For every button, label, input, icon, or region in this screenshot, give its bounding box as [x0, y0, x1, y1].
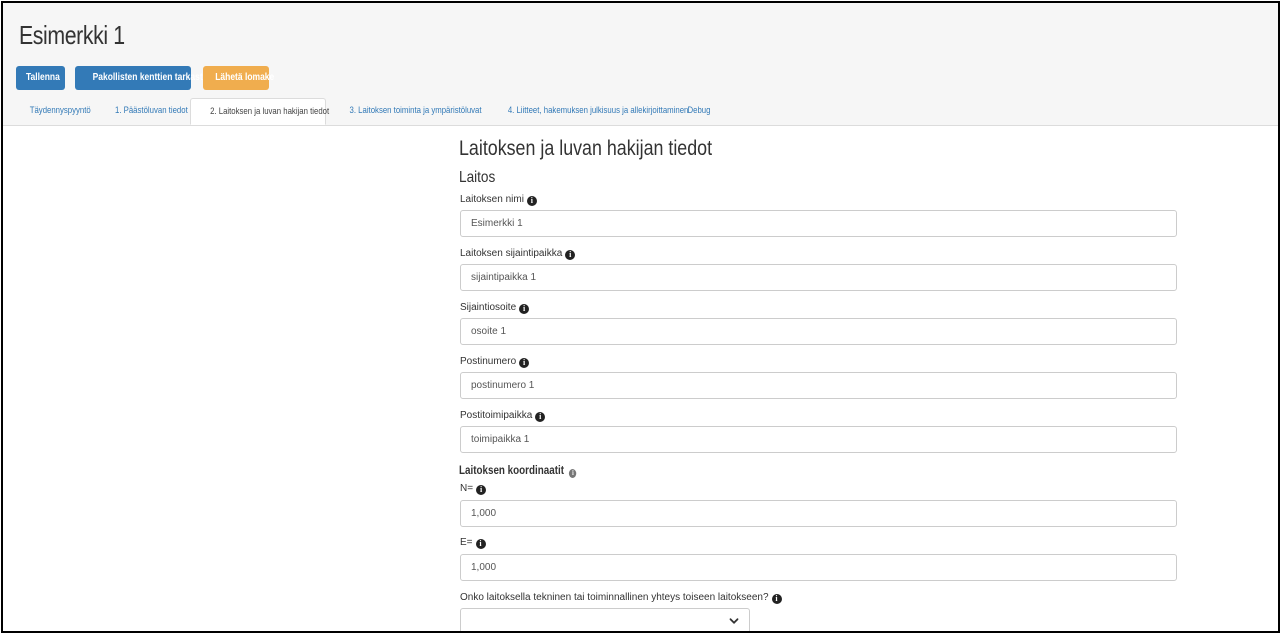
chevron-down-icon [729, 618, 739, 624]
coordinates-title: Laitoksen koordinaatit i [459, 463, 577, 478]
tab-debug[interactable]: Debug [679, 98, 719, 124]
tab-facility-operations[interactable]: 3. Laitoksen toiminta ja ympäristöluvat [329, 98, 481, 124]
app-frame: Esimerkki 1 Tallenna Pakollisten kenttie… [1, 1, 1280, 633]
tab-label: 2. Laitoksen ja luvan hakijan tiedot [210, 106, 330, 117]
tab-attachments-signing[interactable]: 4. Liitteet, hakemuksen julkisuus ja all… [482, 98, 689, 124]
post-office-label-text: Postitoimipaikka [460, 410, 533, 421]
facility-location-label: Laitoksen sijaintipaikka i [460, 248, 576, 260]
info-icon[interactable]: i [475, 539, 486, 549]
coordinate-n-label-text: N= [460, 483, 474, 494]
facility-name-label-text: Laitoksen nimi [460, 194, 524, 205]
address-input[interactable] [460, 318, 1177, 345]
info-icon[interactable]: i [526, 196, 537, 206]
facility-location-label-text: Laitoksen sijaintipaikka [460, 248, 563, 259]
required-fields-check-button[interactable]: Pakollisten kenttien tarkastus [75, 66, 213, 90]
coordinate-e-label-text: E= [460, 537, 473, 548]
coordinate-e-input[interactable] [460, 554, 1177, 581]
tab-label: Täydennyspyyntö [29, 105, 91, 116]
postal-code-label: Postinumero i [460, 356, 530, 368]
address-label: Sijaintiosoite i [460, 302, 530, 314]
facility-name-input[interactable] [460, 210, 1177, 237]
section-title: Laitoksen ja luvan hakijan tiedot [459, 137, 713, 160]
send-form-button[interactable]: Lähetä lomake [203, 66, 274, 90]
page-title: Esimerkki 1 [19, 20, 125, 50]
tab-label: Debug [687, 105, 711, 116]
tab-label: 4. Liitteet, hakemuksen julkisuus ja all… [507, 105, 689, 116]
connection-label-text: Onko laitoksella tekninen tai toiminnall… [460, 592, 769, 603]
facility-location-input[interactable] [460, 264, 1177, 291]
coordinate-n-label: N= i [460, 483, 487, 495]
info-icon[interactable]: i [771, 594, 782, 604]
tab-label: 3. Laitoksen toiminta ja ympäristöluvat [349, 105, 482, 116]
info-icon[interactable]: i [565, 250, 576, 260]
subsection-title: Laitos [459, 169, 496, 186]
save-button[interactable]: Tallenna [16, 66, 65, 90]
save-button-label: Tallenna [25, 72, 60, 83]
post-office-label: Postitoimipaikka i [460, 410, 546, 422]
info-icon[interactable]: i [476, 485, 487, 495]
tab-emission-permit[interactable]: 1. Päästöluvan tiedot [101, 98, 188, 124]
page-header: Esimerkki 1 Tallenna Pakollisten kenttie… [3, 3, 1278, 126]
info-icon[interactable]: i [535, 412, 546, 422]
coordinate-n-input[interactable] [460, 500, 1177, 527]
tab-supplement-request[interactable]: Täydennyspyyntö [17, 98, 97, 124]
required-fields-check-label: Pakollisten kenttien tarkastus [92, 72, 213, 83]
tab-label: 1. Päästöluvan tiedot [114, 105, 188, 116]
postal-code-label-text: Postinumero [460, 356, 517, 367]
connection-label: Onko laitoksella tekninen tai toiminnall… [460, 592, 782, 604]
connection-select[interactable] [460, 608, 750, 631]
send-form-label: Lähetä lomake [215, 72, 275, 83]
address-label-text: Sijaintiosoite [460, 302, 517, 313]
post-office-input[interactable] [460, 426, 1177, 453]
info-icon[interactable]: i [519, 304, 530, 314]
tab-facility-applicant[interactable]: 2. Laitoksen ja luvan hakijan tiedot [190, 98, 330, 125]
coordinates-title-text: Laitoksen koordinaatit [459, 463, 564, 477]
tab-bar: Täydennyspyyntö 1. Päästöluvan tiedot 2.… [3, 98, 1278, 125]
postal-code-input[interactable] [460, 372, 1177, 399]
info-icon[interactable]: i [569, 469, 577, 478]
facility-name-label: Laitoksen nimi i [460, 194, 537, 206]
info-icon[interactable]: i [519, 358, 530, 368]
coordinate-e-label: E= i [460, 537, 486, 549]
